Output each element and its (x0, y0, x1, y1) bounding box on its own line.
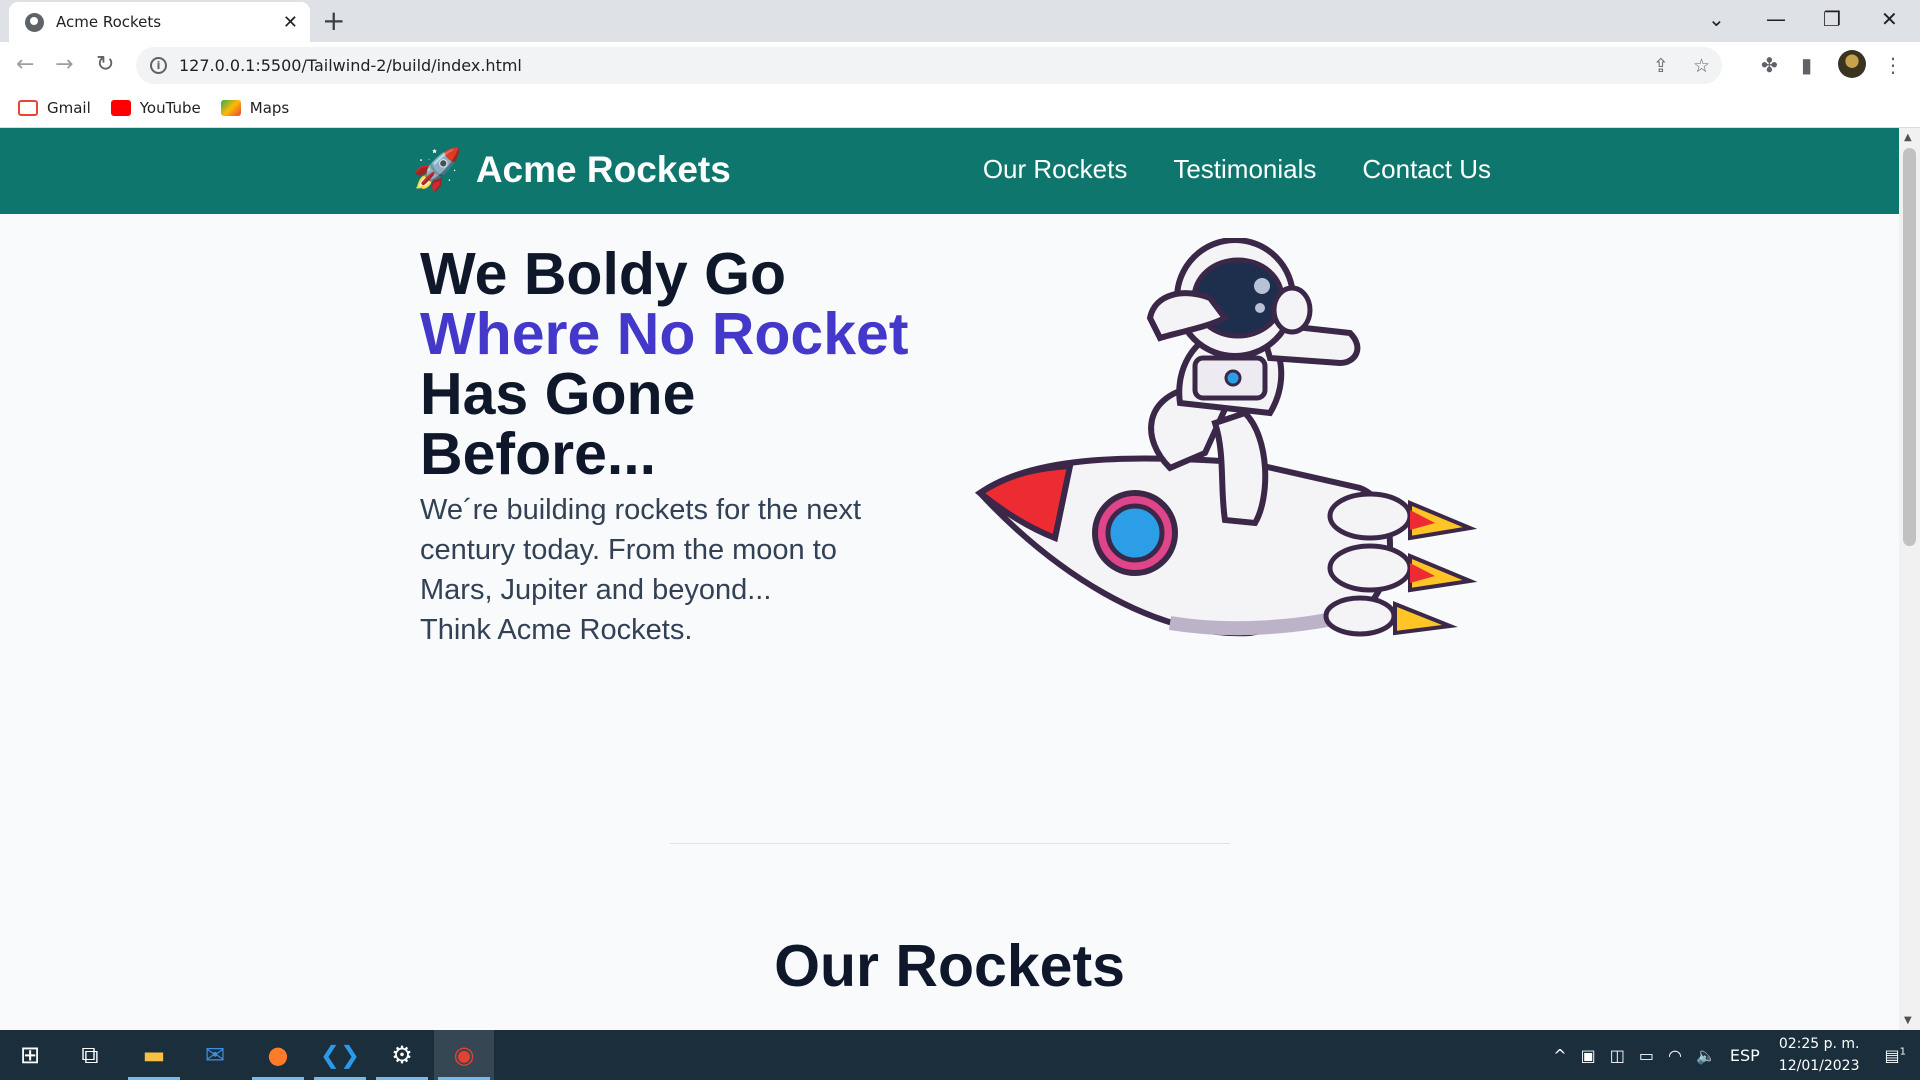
show-hidden-icons-icon[interactable]: ^ (1553, 1046, 1566, 1065)
task-view-icon[interactable]: ⧉ (60, 1030, 120, 1080)
section-title-our-rockets: Our Rockets (774, 933, 1125, 999)
astronaut-rocket-illustration (974, 238, 1478, 637)
hero-title: We Boldy Go Where No Rocket Has Gone Bef… (420, 244, 980, 484)
scroll-up-icon[interactable]: ▲ (1904, 132, 1912, 143)
clock-date: 12/01/2023 (1778, 1058, 1860, 1074)
gmail-icon (18, 99, 38, 116)
section-divider (670, 843, 1230, 844)
close-window-button[interactable]: ✕ (1881, 6, 1898, 32)
minimize-button[interactable]: — (1766, 6, 1786, 32)
clock-time: 02:25 p. m. (1778, 1036, 1860, 1052)
wifi-icon[interactable]: ◠ (1668, 1046, 1682, 1065)
nav-contact-us[interactable]: Contact Us (1362, 154, 1491, 185)
settings-icon[interactable]: ⚙ (372, 1030, 432, 1080)
maps-icon (220, 99, 241, 116)
bookmark-label: YouTube (139, 98, 201, 117)
hero-title-line: Before... (420, 421, 657, 487)
windows-start-icon[interactable]: ⊞ (0, 1030, 60, 1080)
site-header: 🚀 Acme Rockets Our Rockets Testimonials … (0, 128, 1899, 214)
vscode-icon[interactable]: ❮❯ (310, 1030, 370, 1080)
nav-our-rockets[interactable]: Our Rockets (983, 154, 1128, 185)
hero-description-line: Mars, Jupiter and beyond... (420, 574, 772, 606)
rocket-icon: 🚀 (412, 147, 462, 193)
forward-icon[interactable]: → (55, 50, 73, 80)
side-panel-icon[interactable]: ▮ (1801, 50, 1812, 80)
browser-toolbar: ← → ↻ i 127.0.0.1:5500/Tailwind-2/build/… (0, 42, 1920, 88)
chrome-icon[interactable]: ◉ (434, 1030, 494, 1080)
bookmark-star-icon[interactable]: ☆ (1693, 55, 1710, 77)
hero-description-line: Think Acme Rockets. (420, 614, 693, 646)
main-nav: Our Rockets Testimonials Contact Us (983, 154, 1491, 185)
bookmark-label: Gmail (47, 98, 91, 117)
notifications-icon[interactable]: ▤1 (1885, 1046, 1907, 1065)
reload-icon[interactable]: ↻ (96, 50, 114, 80)
browser-tabstrip: Acme Rockets ✕ + ⌄ — ❐ ✕ (0, 0, 1920, 42)
battery-icon[interactable]: ▭ (1639, 1046, 1654, 1065)
tab-title: Acme Rockets (56, 13, 162, 31)
windows-taskbar: ⊞ ⧉ ▬ ✉ ● ❮❯ ⚙ ◉ ^ ▣ ◫ ▭ ◠ 🔈 ESP 02:25 p… (0, 1030, 1920, 1080)
volume-icon[interactable]: 🔈 (1696, 1046, 1716, 1065)
hero-title-accent: Where No Rocket (420, 301, 909, 367)
language-indicator[interactable]: ESP (1730, 1046, 1760, 1065)
scroll-down-icon[interactable]: ▼ (1904, 1015, 1912, 1026)
hero-title-line: We Boldy Go (420, 241, 787, 307)
extensions-icon[interactable]: ✤ (1761, 50, 1778, 80)
clock[interactable]: 02:25 p. m. 12/01/2023 (1779, 1033, 1860, 1077)
mail-icon[interactable]: ✉ (185, 1030, 245, 1080)
file-explorer-icon[interactable]: ▬ (124, 1030, 184, 1080)
hero-description-line: century today. From the moon to (420, 534, 837, 566)
hero-description: We´re building rockets for the next cent… (420, 490, 980, 650)
new-tab-button[interactable]: + (322, 6, 345, 36)
share-icon[interactable]: ⇪ (1653, 55, 1669, 77)
site-logo[interactable]: 🚀 Acme Rockets (412, 146, 731, 193)
tab-favicon-icon (25, 12, 44, 32)
scrollbar-thumb[interactable] (1903, 148, 1916, 546)
security-icon[interactable]: ◫ (1610, 1046, 1625, 1065)
tab-search-icon[interactable]: ⌄ (1708, 6, 1725, 32)
bookmark-maps[interactable]: Maps (220, 98, 290, 117)
youtube-icon (110, 99, 131, 116)
site-info-icon[interactable]: i (150, 57, 167, 74)
brand-name: Acme Rockets (475, 148, 731, 190)
restore-button[interactable]: ❐ (1823, 6, 1841, 32)
back-icon[interactable]: ← (16, 50, 34, 80)
bookmarks-bar: Gmail YouTube Maps (0, 88, 1920, 128)
hero-description-line: We´re building rockets for the next (420, 494, 862, 526)
firefox-icon[interactable]: ● (248, 1030, 308, 1080)
bookmark-youtube[interactable]: YouTube (110, 98, 201, 117)
page-scrollbar[interactable]: ▲ ▼ (1899, 128, 1920, 1030)
bookmark-gmail[interactable]: Gmail (18, 99, 91, 117)
system-tray: ^ ▣ ◫ ▭ ◠ 🔈 ESP 02:25 p. m. 12/01/2023 ▤… (1546, 1030, 1920, 1080)
address-bar[interactable]: i 127.0.0.1:5500/Tailwind-2/build/index.… (136, 47, 1722, 84)
nav-testimonials[interactable]: Testimonials (1173, 154, 1316, 185)
menu-icon[interactable]: ⋮ (1883, 50, 1903, 80)
close-tab-icon[interactable]: ✕ (283, 12, 298, 33)
url-text[interactable]: 127.0.0.1:5500/Tailwind-2/build/index.ht… (179, 56, 1641, 75)
page-viewport: 🚀 Acme Rockets Our Rockets Testimonials … (0, 128, 1899, 1030)
meet-now-icon[interactable]: ▣ (1581, 1046, 1596, 1065)
notification-count: 1 (1899, 1046, 1906, 1058)
hero-title-line: Has Gone (420, 361, 696, 427)
bookmark-label: Maps (249, 98, 290, 117)
browser-tab[interactable]: Acme Rockets ✕ (9, 2, 310, 42)
hero-section: We Boldy Go Where No Rocket Has Gone Bef… (420, 244, 980, 650)
profile-avatar[interactable] (1838, 50, 1866, 78)
